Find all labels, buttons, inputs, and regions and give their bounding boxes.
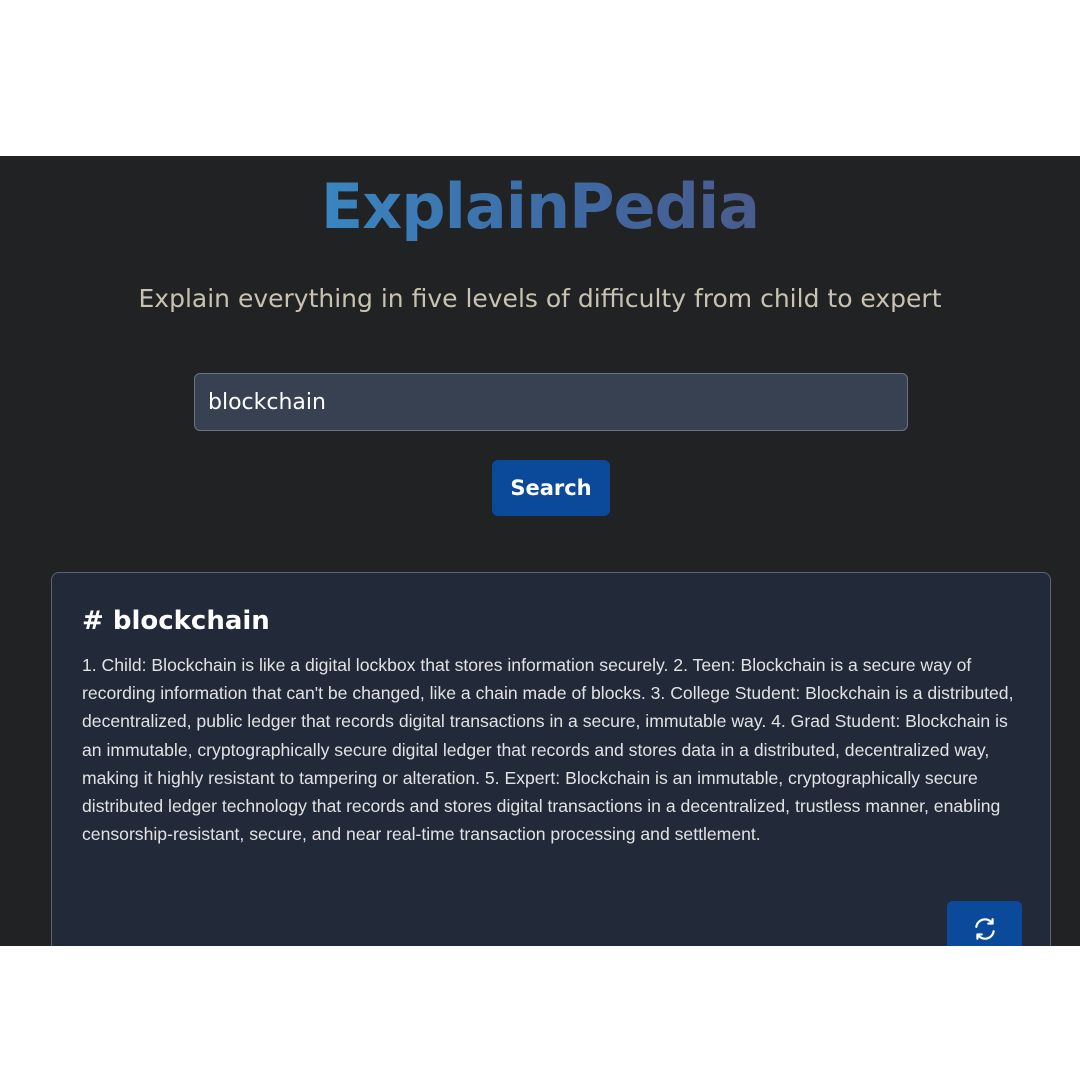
refresh-icon bbox=[974, 918, 995, 940]
app-window: ExplainPedia Explain everything in five … bbox=[0, 156, 1080, 946]
search-input[interactable] bbox=[194, 373, 908, 431]
result-card: # blockchain 1. Child: Blockchain is lik… bbox=[51, 572, 1051, 946]
search-button[interactable]: Search bbox=[492, 460, 610, 516]
tagline: Explain everything in five levels of dif… bbox=[138, 284, 942, 313]
refresh-button[interactable] bbox=[947, 901, 1022, 946]
app-title: ExplainPedia bbox=[0, 176, 1080, 238]
app-title-text: ExplainPedia bbox=[320, 170, 760, 243]
result-heading: # blockchain bbox=[82, 606, 270, 636]
result-text: 1. Child: Blockchain is like a digital l… bbox=[82, 655, 1014, 845]
